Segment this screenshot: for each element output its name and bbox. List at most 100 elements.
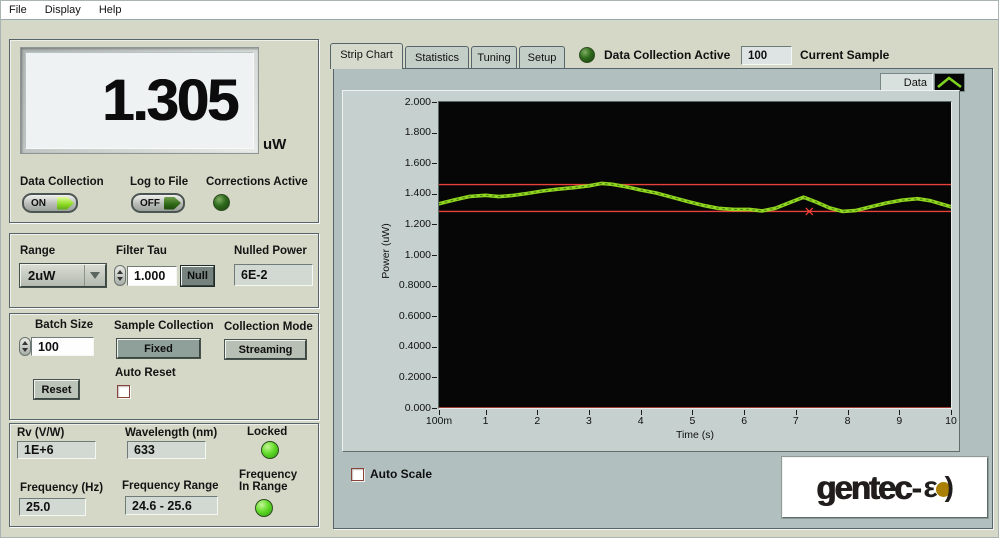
y-tick-mark — [432, 194, 437, 195]
menu-bar: File Display Help — [1, 1, 998, 20]
reset-button[interactable]: Reset — [34, 380, 79, 399]
batch-size-stepper[interactable] — [19, 337, 31, 356]
range-group: Range 2uW Filter Tau 1.000 Null Nulled P… — [9, 233, 319, 308]
frequency-field: 25.0 — [19, 498, 86, 516]
auto-reset-checkbox[interactable] — [117, 385, 130, 398]
tab-strip-chart[interactable]: Strip Chart — [330, 43, 403, 69]
freq-in-range-line1: Frequency — [239, 469, 297, 481]
frequency-label: Frequency (Hz) — [20, 482, 103, 494]
x-tick-mark — [899, 410, 900, 415]
filter-tau-input[interactable]: 1.000 — [127, 266, 177, 286]
null-button[interactable]: Null — [181, 266, 214, 286]
frequency-value: 25.0 — [26, 500, 50, 514]
auto-scale-checkbox[interactable] — [351, 468, 364, 481]
calibration-group: Rv (V/W) 1E+6 Wavelength (nm) 633 Locked… — [9, 423, 319, 527]
y-tick-label: 1.800 — [375, 126, 431, 138]
y-tick-mark — [432, 286, 437, 287]
current-sample-label: Current Sample — [800, 48, 889, 62]
data-collection-active-led — [579, 47, 595, 63]
data-collection-toggle[interactable]: ON — [22, 193, 78, 213]
y-tick-mark — [432, 224, 437, 225]
filter-tau-stepper[interactable] — [114, 265, 126, 286]
x-tick-mark — [951, 410, 952, 415]
x-tick-label: 8 — [845, 415, 851, 427]
tab-setup[interactable]: Setup — [519, 46, 565, 68]
menu-help[interactable]: Help — [90, 2, 131, 18]
current-sample-value: 100 — [748, 50, 767, 62]
nulled-power-label: Nulled Power — [234, 245, 307, 257]
wavelength-label: Wavelength (nm) — [125, 427, 217, 439]
corrections-active-led — [213, 194, 230, 211]
tab-statistics-label: Statistics — [415, 52, 459, 64]
frequency-range-label: Frequency Range — [122, 480, 219, 492]
x-tick-label: 100m — [426, 415, 452, 427]
increment-icon — [22, 341, 28, 345]
range-dropdown[interactable]: 2uW — [20, 264, 106, 287]
log-to-file-state: OFF — [133, 198, 160, 209]
y-tick-label: 0.8000 — [375, 279, 431, 291]
sample-collection-label: Sample Collection — [114, 320, 214, 332]
locked-label: Locked — [247, 426, 287, 438]
nulled-power-field: 6E-2 — [234, 264, 313, 286]
auto-scale-label: Auto Scale — [370, 467, 432, 481]
collection-mode-button[interactable]: Streaming — [225, 340, 306, 359]
y-tick-mark — [432, 408, 437, 409]
x-tick-label: 9 — [896, 415, 902, 427]
tab-statistics[interactable]: Statistics — [405, 46, 469, 68]
wavelength-value: 633 — [134, 443, 155, 457]
y-tick-label: 1.600 — [375, 157, 431, 169]
batch-size-input[interactable]: 100 — [31, 337, 94, 356]
y-tick-label: 0.6000 — [375, 310, 431, 322]
log-to-file-toggle[interactable]: OFF — [131, 193, 185, 213]
power-display-group: 1.305 uW Data Collection ON Log to File … — [9, 39, 319, 223]
log-to-file-label: Log to File — [130, 176, 188, 188]
x-tick-mark — [796, 410, 797, 415]
power-display: 1.305 — [25, 52, 254, 149]
x-tick-label: 2 — [534, 415, 540, 427]
menu-display[interactable]: Display — [36, 2, 90, 18]
sample-collection-button[interactable]: Fixed — [117, 339, 200, 358]
tab-setup-label: Setup — [528, 52, 557, 64]
decrement-icon — [22, 348, 28, 352]
tab-tuning[interactable]: Tuning — [471, 46, 517, 68]
plot-canvas — [439, 102, 951, 408]
collection-mode-label: Collection Mode — [224, 321, 313, 333]
locked-led — [261, 441, 279, 459]
freq-in-range-label: Frequency In Range — [239, 469, 297, 493]
corrections-active-label: Corrections Active — [206, 176, 308, 188]
y-tick-label: 2.000 — [375, 96, 431, 108]
y-tick-label: 0.2000 — [375, 371, 431, 383]
data-collection-label: Data Collection — [20, 176, 104, 188]
auto-reset-label: Auto Reset — [115, 367, 176, 379]
x-tick-label: 5 — [689, 415, 695, 427]
filter-tau-label: Filter Tau — [116, 245, 167, 257]
menu-file[interactable]: File — [9, 2, 36, 18]
y-tick-label: 0.000 — [375, 402, 431, 414]
toggle-lever-icon — [57, 197, 74, 210]
batch-size-value: 100 — [38, 340, 59, 354]
power-unit: uW — [263, 136, 286, 153]
dropdown-cap[interactable] — [84, 265, 105, 286]
y-tick-mark — [432, 347, 437, 348]
chevron-down-icon — [90, 272, 100, 279]
strip-chart: Power (uW) Time (s) 2.0001.8001.6001.400… — [342, 90, 960, 452]
y-tick-label: 1.000 — [375, 249, 431, 261]
x-tick-mark — [848, 410, 849, 415]
brand-crescent-icon: ) — [945, 471, 954, 503]
tab-tuning-label: Tuning — [477, 52, 510, 64]
rv-label: Rv (V/W) — [17, 427, 64, 439]
frequency-range-value: 24.6 - 25.6 — [132, 499, 192, 513]
x-tick-label: 6 — [741, 415, 747, 427]
x-tick-mark — [692, 410, 693, 415]
toggle-lever-icon — [164, 197, 181, 210]
brand-logo-row: gentec - ε ) — [816, 469, 954, 507]
x-tick-label: 1 — [483, 415, 489, 427]
x-tick-mark — [537, 410, 538, 415]
sample-collection-value: Fixed — [144, 343, 173, 355]
x-tick-mark — [486, 410, 487, 415]
x-tick-label: 7 — [793, 415, 799, 427]
y-tick-label: 0.4000 — [375, 340, 431, 352]
legend-label: Data — [904, 77, 927, 89]
x-axis-title: Time (s) — [676, 429, 714, 441]
y-tick-label: 1.200 — [375, 218, 431, 230]
